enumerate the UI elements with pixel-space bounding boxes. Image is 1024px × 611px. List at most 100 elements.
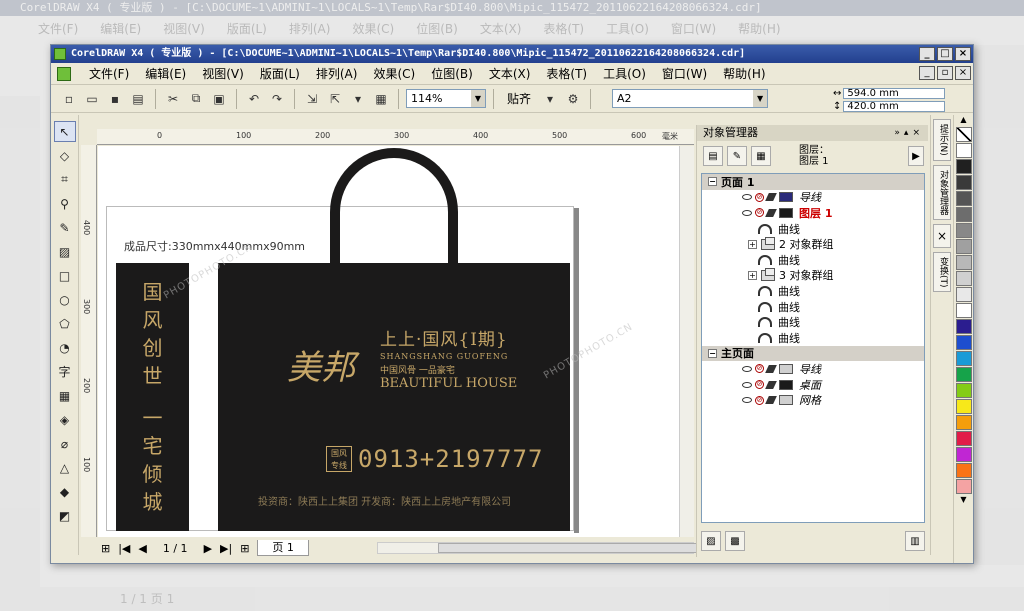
redo-icon[interactable]: ↷ [267,89,287,109]
menu-text[interactable]: 文本(X) [481,65,539,82]
pencil-icon[interactable] [765,396,777,405]
color-swatch[interactable] [956,143,972,158]
tree-object-row[interactable]: 曲线 [702,283,924,299]
layer-manager-view-icon[interactable]: ▦ [751,146,771,166]
doc-minimize-button[interactable]: _ [919,66,935,80]
palette-scroll-down-icon[interactable]: ▼ [954,495,973,507]
color-swatch[interactable] [956,367,972,382]
cut-icon[interactable]: ✂ [163,89,183,109]
document-icon[interactable] [57,66,71,81]
shape-tool-icon[interactable]: ◇ [54,145,76,166]
tree-object-row[interactable]: +2 对象群组 [702,236,924,252]
add-page-icon[interactable]: ⊞ [101,542,110,555]
next-page-icon[interactable]: ▶ [204,542,212,555]
polygon-tool-icon[interactable]: ⬠ [54,313,76,334]
tree-page-row[interactable]: − 主页面 [702,345,924,362]
expand-icon[interactable]: + [748,270,757,280]
printer-icon[interactable]: ⊘ [755,208,764,218]
application-launcher-icon[interactable]: ▾ [348,89,368,109]
close-button[interactable]: × [955,47,971,61]
pencil-icon[interactable] [765,208,777,217]
menu-arrange[interactable]: 排列(A) [308,65,366,82]
docker-flyout-icon[interactable]: ▶ [908,146,924,166]
color-swatch[interactable] [956,175,972,190]
save-icon[interactable]: ▪ [105,89,125,109]
layer-color-swatch[interactable] [779,363,793,374]
tree-object-row[interactable]: 曲线 [702,330,924,346]
pencil-icon[interactable] [765,364,777,373]
import-icon[interactable]: ⇲ [302,89,322,109]
color-swatch[interactable] [956,399,972,414]
first-page-icon[interactable]: |◀ [118,542,130,555]
menu-window[interactable]: 窗口(W) [654,65,715,82]
printer-icon[interactable]: ⊘ [755,380,764,390]
color-swatch[interactable] [956,431,972,446]
printer-icon[interactable]: ⊘ [755,395,764,405]
menu-tools[interactable]: 工具(O) [595,65,654,82]
printer-icon[interactable]: ⊘ [755,364,764,374]
page-height-field[interactable]: 420.0 mm [843,101,945,112]
layer-color-swatch[interactable] [779,395,793,406]
menu-view[interactable]: 视图(V) [194,65,252,82]
color-swatch[interactable] [956,159,972,174]
color-swatch[interactable] [956,287,972,302]
collapse-icon[interactable]: − [708,177,717,187]
outline-tool-icon[interactable]: △ [54,457,76,478]
vertical-scrollbar[interactable] [679,146,694,537]
export-icon[interactable]: ⇱ [325,89,345,109]
menu-bitmaps[interactable]: 位图(B) [423,65,481,82]
new-icon[interactable]: ▫ [59,89,79,109]
no-color-swatch[interactable] [956,127,972,142]
page-size-combo[interactable]: A2 ▼ [612,89,769,108]
tree-layer-row[interactable]: ⊘ 图层 1 [702,205,924,221]
crop-tool-icon[interactable]: ⌗ [54,169,76,190]
docker-controls-icon[interactable]: »▴× [894,125,924,141]
snap-dropdown-icon[interactable]: ▾ [540,89,560,109]
menu-table[interactable]: 表格(T) [538,65,595,82]
color-swatch[interactable] [956,447,972,462]
interactive-fill-icon[interactable]: ◩ [54,505,76,526]
hints-tab[interactable]: 提示(N) [933,119,951,161]
maximize-button[interactable]: □ [937,47,953,61]
drawing-canvas[interactable]: 成品尺寸:330mmx440mmx90mm 国风创世一宅倾城 美邦 上上·国风{… [98,146,694,537]
tree-object-row[interactable]: 曲线 [702,252,924,268]
color-swatch[interactable] [956,383,972,398]
printer-icon[interactable]: ⊘ [755,192,764,202]
minimize-button[interactable]: _ [919,47,935,61]
eye-icon[interactable] [742,365,752,372]
new-master-layer-icon[interactable]: ▩ [725,531,745,551]
color-swatch[interactable] [956,223,972,238]
prev-page-icon[interactable]: ◀ [138,542,146,555]
tree-object-row[interactable]: +3 对象群组 [702,267,924,284]
color-swatch[interactable] [956,271,972,286]
transform-tab[interactable]: 变换(T) [933,251,951,293]
object-manager-tab[interactable]: 对象管理器 [933,164,951,220]
color-swatch[interactable] [956,207,972,222]
tree-layer-row[interactable]: ⊘ 网格 [702,392,924,408]
tree-object-row[interactable]: 曲线 [702,299,924,315]
fill-tool-icon[interactable]: ◆ [54,481,76,502]
palette-scroll-up-icon[interactable]: ▲ [954,115,973,127]
text-tool-icon[interactable]: 字 [54,361,76,382]
print-icon[interactable]: ▤ [128,89,148,109]
eyedropper-tool-icon[interactable]: ⌀ [54,433,76,454]
chevron-down-icon[interactable]: ▼ [753,90,768,107]
layer-color-swatch[interactable] [779,207,793,218]
snap-to-button[interactable]: 贴齐 [501,90,537,107]
menu-help[interactable]: 帮助(H) [715,65,773,82]
undo-icon[interactable]: ↶ [244,89,264,109]
menu-layout[interactable]: 版面(L) [252,65,308,82]
new-layer-icon[interactable]: ▨ [701,531,721,551]
color-swatch[interactable] [956,303,972,318]
tree-layer-row[interactable]: ⊘ 导线 [702,361,924,377]
delete-icon[interactable]: ▥ [905,531,925,551]
zoom-tool-icon[interactable]: ⚲ [54,193,76,214]
basic-shapes-icon[interactable]: ◔ [54,337,76,358]
tree-layer-row[interactable]: ⊘ 导线 [702,190,924,206]
expand-icon[interactable]: + [748,239,757,249]
eye-icon[interactable] [742,381,752,388]
color-swatch[interactable] [956,335,972,350]
color-swatch[interactable] [956,463,972,478]
page-tab[interactable]: 页 1 [257,540,309,556]
doc-close-button[interactable]: × [955,66,971,80]
